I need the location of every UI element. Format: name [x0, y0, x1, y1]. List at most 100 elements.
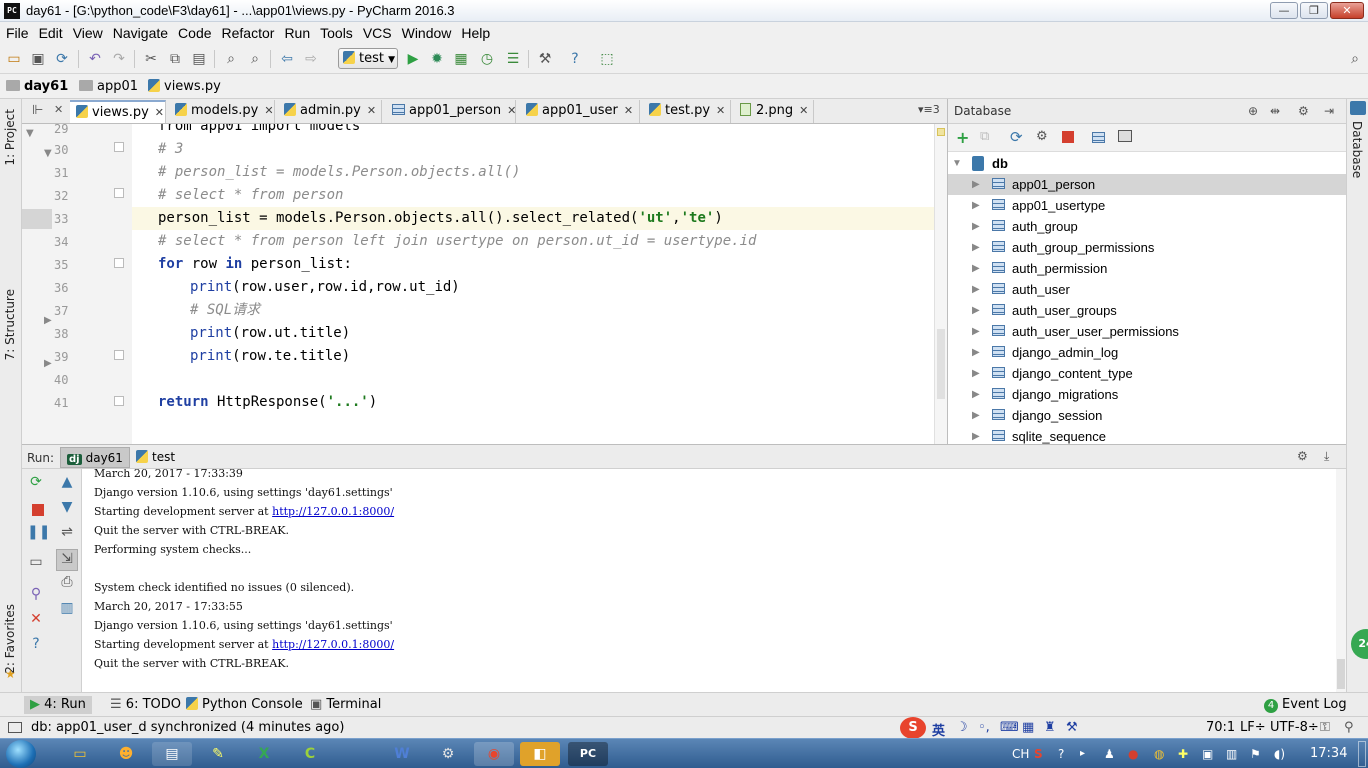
inspection-indicator[interactable]: [937, 128, 945, 136]
tray-app-icon[interactable]: ◍: [1154, 739, 1164, 768]
display-icon[interactable]: ▣: [1202, 739, 1213, 768]
sogou-tray-icon[interactable]: S: [1034, 739, 1043, 768]
toggle-tool-windows-icon[interactable]: [8, 722, 22, 733]
pycharm-taskbar-icon[interactable]: PC: [568, 742, 608, 766]
fold-arrow-icon[interactable]: ▶: [44, 315, 52, 326]
file-encoding[interactable]: UTF-8÷: [1270, 720, 1319, 735]
db-table-row[interactable]: ▶ django_migrations: [948, 384, 1347, 405]
chevron-right-icon[interactable]: ▶: [972, 174, 980, 195]
menu-help[interactable]: Help: [461, 22, 490, 44]
structure-tool-tab[interactable]: 7: Structure: [3, 289, 17, 360]
layout-icon[interactable]: ▭: [27, 553, 45, 571]
code-editor[interactable]: from app01 import models # 3 # person_li…: [132, 124, 934, 444]
close-icon[interactable]: ✕: [624, 104, 633, 117]
db-table-row[interactable]: ▶ app01_person: [948, 174, 1347, 195]
start-button[interactable]: [6, 740, 36, 768]
scroll-thumb[interactable]: [937, 329, 945, 399]
tab-app01-user[interactable]: app01_user ✕: [520, 100, 640, 123]
sogou-ime-icon[interactable]: S: [900, 717, 926, 739]
breadcrumb-project[interactable]: day61: [6, 78, 68, 96]
tab-admin-py[interactable]: admin.py ✕: [278, 100, 382, 123]
fold-marker[interactable]: [114, 350, 124, 360]
excel-taskbar-icon[interactable]: X: [244, 742, 284, 766]
menu-view[interactable]: View: [73, 22, 103, 44]
redo-icon[interactable]: ↷: [110, 50, 128, 68]
close-icon[interactable]: ✕: [54, 103, 63, 116]
fold-marker[interactable]: [114, 188, 124, 198]
menu-window[interactable]: Window: [402, 22, 452, 44]
chevron-right-icon[interactable]: ▶: [972, 405, 980, 426]
help-icon[interactable]: ?: [1058, 739, 1064, 768]
db-table-row[interactable]: ▶ django_session: [948, 405, 1347, 426]
breadcrumb-file[interactable]: views.py: [148, 78, 221, 96]
chevron-right-icon[interactable]: ▶: [972, 321, 980, 342]
audio-taskbar-icon[interactable]: ◧: [520, 742, 560, 766]
db-table-row[interactable]: ▶ auth_user_groups: [948, 300, 1347, 321]
chrome-taskbar-icon[interactable]: ◉: [474, 742, 514, 766]
undo-icon[interactable]: ↶: [86, 50, 104, 68]
chevron-right-icon[interactable]: ▶: [972, 300, 980, 321]
concurrency-icon[interactable]: ☰: [504, 50, 522, 68]
keyboard-icon[interactable]: ⌨: [1000, 720, 1019, 735]
notepad-taskbar-icon[interactable]: ▤: [152, 742, 192, 766]
help-icon[interactable]: ?: [27, 635, 45, 653]
grid-icon[interactable]: ▦: [1022, 720, 1034, 735]
wrench-icon[interactable]: ⚒: [1066, 720, 1078, 735]
tray-app-icon[interactable]: ♟: [1104, 739, 1115, 768]
lock-icon[interactable]: ⚿: [1320, 720, 1330, 735]
explorer-taskbar-icon[interactable]: ▭: [60, 742, 100, 766]
tab-app01-person[interactable]: app01_person ✕: [386, 100, 516, 123]
db-table-row[interactable]: ▶ django_content_type: [948, 363, 1347, 384]
chevron-right-icon[interactable]: ▶: [972, 384, 980, 405]
down-arrow-icon[interactable]: ▼: [58, 498, 76, 516]
fold-marker[interactable]: [114, 142, 124, 152]
show-desktop-button[interactable]: [1358, 741, 1366, 767]
up-arrow-icon[interactable]: ▲: [58, 473, 76, 491]
menu-tools[interactable]: Tools: [320, 22, 353, 44]
db-table-row[interactable]: ▶ django_admin_log: [948, 342, 1347, 363]
line-separator[interactable]: LF÷: [1240, 720, 1266, 735]
record-icon[interactable]: ●: [1128, 739, 1138, 768]
gear-icon[interactable]: ⚙: [1297, 449, 1308, 463]
chevron-right-icon[interactable]: ▶: [972, 195, 980, 216]
fold-arrow-icon[interactable]: ▼: [26, 128, 34, 139]
duplicate-icon[interactable]: ⧉: [980, 129, 989, 144]
scroll-thumb[interactable]: [1337, 659, 1345, 689]
skin-icon[interactable]: ♜: [1044, 720, 1056, 735]
db-table-row[interactable]: ▶ auth_permission: [948, 258, 1347, 279]
db-table-row[interactable]: ▶ auth_user_user_permissions: [948, 321, 1347, 342]
run-tab-day61[interactable]: dj day61: [60, 447, 130, 468]
run-config-select[interactable]: test ▼: [338, 48, 398, 69]
close-button[interactable]: ✕: [1330, 2, 1364, 19]
todo-tool-tab[interactable]: ☰ 6: TODO: [104, 696, 187, 714]
db-table-row[interactable]: ▶ auth_group: [948, 216, 1347, 237]
fold-marker[interactable]: [114, 258, 124, 268]
trash-icon[interactable]: ▥: [58, 599, 76, 617]
menu-vcs[interactable]: VCS: [363, 22, 392, 44]
notification-badge[interactable]: 24: [1351, 629, 1368, 659]
project-tool-tab[interactable]: 1: Project: [3, 109, 17, 166]
database-tool-icon[interactable]: [1350, 101, 1366, 115]
clock[interactable]: 17:34: [1310, 739, 1347, 768]
refresh-icon[interactable]: ⟳: [1010, 128, 1023, 146]
menu-edit[interactable]: Edit: [39, 22, 63, 44]
tab-overflow-menu[interactable]: ▾≡3: [918, 103, 940, 116]
chevron-right-icon[interactable]: ▶: [972, 342, 980, 363]
word-taskbar-icon[interactable]: W: [382, 742, 422, 766]
db-table-row[interactable]: ▶ auth_user: [948, 279, 1347, 300]
tab-models-py[interactable]: models.py ✕: [169, 100, 275, 123]
python-console-tool-tab[interactable]: Python Console: [180, 696, 309, 714]
tab-test-py[interactable]: test.py ✕: [643, 100, 731, 123]
close-icon[interactable]: ✕: [264, 104, 273, 117]
database-tool-tab[interactable]: Database: [1350, 121, 1364, 178]
replace-icon[interactable]: ⌕: [246, 50, 264, 68]
tab-2-png[interactable]: 2.png ✕: [734, 100, 814, 123]
moon-icon[interactable]: ☽: [956, 720, 968, 735]
run-icon[interactable]: ▶: [404, 50, 422, 68]
console-scrollbar[interactable]: [1336, 469, 1346, 692]
sync-icon[interactable]: ⟳: [53, 50, 71, 68]
close-icon[interactable]: ✕: [27, 610, 45, 628]
back-arrow-icon[interactable]: ⇦: [278, 50, 296, 68]
open-folder-icon[interactable]: ▭: [5, 50, 23, 68]
close-icon[interactable]: ✕: [716, 104, 725, 117]
